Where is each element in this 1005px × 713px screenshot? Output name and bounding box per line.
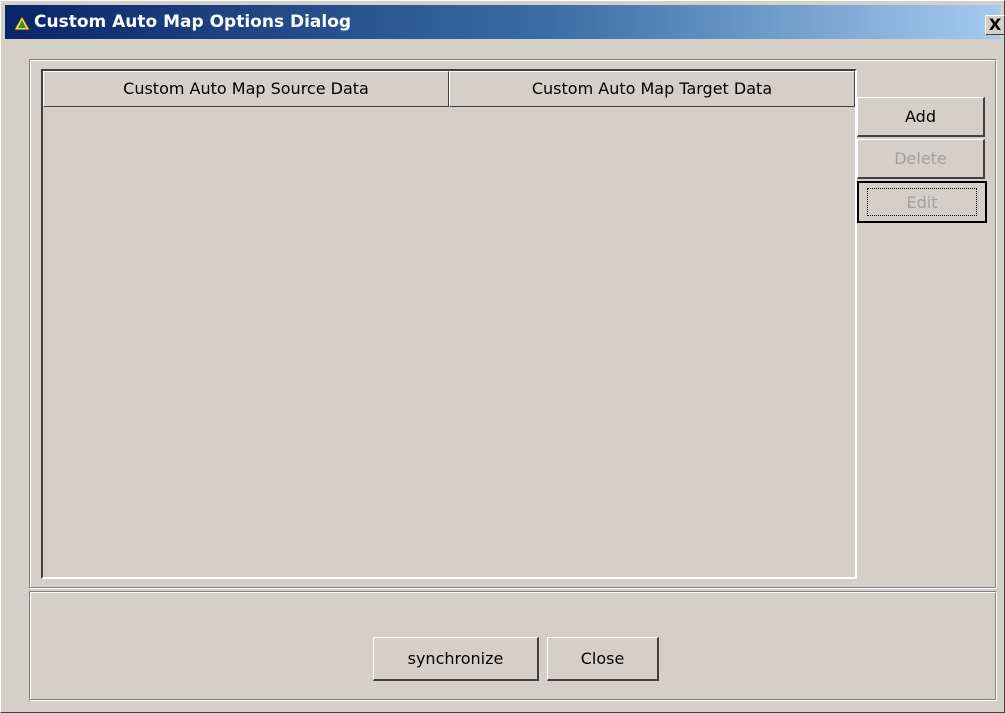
title-bar[interactable]: Custom Auto Map Options Dialog X xyxy=(5,5,1005,39)
column-header-source[interactable]: Custom Auto Map Source Data xyxy=(43,71,449,107)
close-icon: X xyxy=(988,15,1002,34)
close-button[interactable]: Close xyxy=(547,637,659,681)
table-header: Custom Auto Map Source Data Custom Auto … xyxy=(43,71,855,107)
table-body[interactable] xyxy=(43,107,855,577)
app-triangle-icon xyxy=(13,14,31,31)
close-window-button[interactable]: X xyxy=(985,15,1005,35)
custom-auto-map-options-dialog: Custom Auto Map Options Dialog X Custom … xyxy=(0,0,1005,713)
delete-button[interactable]: Delete xyxy=(857,139,985,179)
column-header-target[interactable]: Custom Auto Map Target Data xyxy=(449,71,855,107)
synchronize-button[interactable]: synchronize xyxy=(373,637,539,681)
edit-button-label: Edit xyxy=(867,188,977,216)
mapping-table[interactable]: Custom Auto Map Source Data Custom Auto … xyxy=(41,69,857,579)
window-title: Custom Auto Map Options Dialog xyxy=(34,12,352,32)
add-button[interactable]: Add xyxy=(857,97,985,137)
edit-button[interactable]: Edit xyxy=(857,181,987,223)
